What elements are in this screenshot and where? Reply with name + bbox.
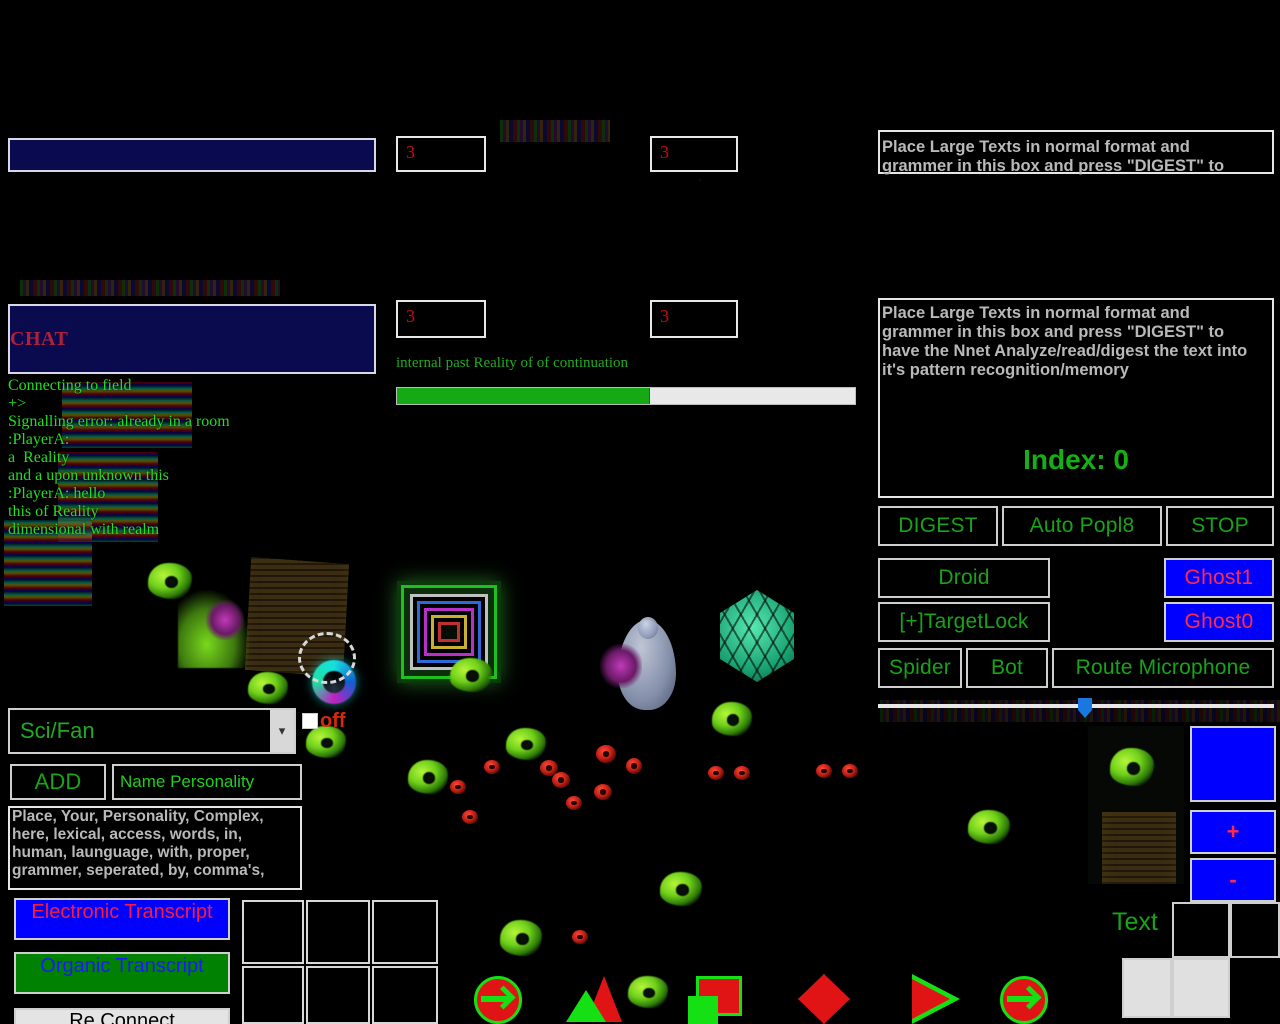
creature-blob[interactable] <box>968 810 1010 844</box>
play-triangle-icon[interactable] <box>912 974 962 1024</box>
creature-blob[interactable] <box>712 702 752 736</box>
stop-button[interactable]: STOP <box>1166 506 1274 546</box>
progress-bar <box>396 387 856 405</box>
enemy-sprite[interactable] <box>462 810 478 824</box>
blue-panel[interactable] <box>1190 726 1276 802</box>
enemy-sprite[interactable] <box>626 758 642 774</box>
camera-preview[interactable] <box>1088 726 1184 884</box>
top-digest-preview-text: Place Large Texts in normal format and g… <box>882 138 1225 175</box>
enemy-sprite[interactable] <box>708 766 724 780</box>
droid-button[interactable]: Droid <box>878 558 1050 598</box>
electronic-transcript-button[interactable]: Electronic Transcript <box>14 898 230 940</box>
progress-bar-fill <box>397 388 650 404</box>
enemy-sprite[interactable] <box>816 764 832 778</box>
creature-blob[interactable] <box>500 920 542 956</box>
chat-label: CHAT <box>10 328 69 350</box>
index-label: Index: 0 <box>1023 444 1129 475</box>
slot-cell[interactable] <box>306 966 370 1024</box>
top-number-input-1[interactable]: 3 <box>396 136 486 172</box>
chevron-down-icon[interactable]: ▾ <box>270 710 294 752</box>
toggle-label: off <box>320 710 346 732</box>
top-number-input-2[interactable]: 3 <box>650 136 738 172</box>
digest-button[interactable]: DIGEST <box>878 506 998 546</box>
spider-button[interactable]: Spider <box>878 648 962 688</box>
bot-button[interactable]: Bot <box>966 648 1048 688</box>
preview-creature <box>1110 748 1154 786</box>
glitch-strip-top <box>20 280 280 296</box>
circle-arrow-icon[interactable] <box>474 976 522 1024</box>
number-input-2[interactable]: 3 <box>650 300 738 338</box>
tree-triangle-icon[interactable] <box>566 976 622 1024</box>
glitch-strip-mid <box>500 120 610 142</box>
zoom-in-button[interactable]: + <box>1190 810 1276 854</box>
target-lock-button[interactable]: [+]TargetLock <box>878 602 1050 642</box>
creature-blob[interactable] <box>450 658 492 692</box>
enemy-sprite[interactable] <box>572 930 588 944</box>
reconnect-button[interactable]: Re Connect <box>14 1008 230 1024</box>
creature-blob[interactable] <box>506 728 546 760</box>
checkbox-icon[interactable] <box>302 713 318 729</box>
ghost0-button[interactable]: Ghost0 <box>1164 602 1274 642</box>
chat-log: Connecting to field +> Signalling error: a… <box>8 377 388 539</box>
creature-blob[interactable] <box>628 976 668 1008</box>
grid-cell-c[interactable] <box>1172 958 1230 1018</box>
grid-cell-a[interactable] <box>1172 902 1230 958</box>
statue-head <box>638 617 658 639</box>
slot-cell[interactable] <box>306 900 370 964</box>
text-label: Text <box>1112 908 1158 936</box>
genre-select[interactable]: Sci/Fan ▾ <box>8 708 296 754</box>
grid-cell-d[interactable] <box>1230 902 1280 958</box>
enemy-sprite[interactable] <box>842 764 858 778</box>
number-input-1[interactable]: 3 <box>396 300 486 338</box>
status-text: internal past Reality of of continuation <box>396 355 629 371</box>
chat-log-line: +> <box>8 395 27 412</box>
slot-cell[interactable] <box>242 966 304 1024</box>
chat-log-line: a Reality <box>8 449 70 466</box>
organic-transcript-button[interactable]: Organic Transcript <box>14 952 230 994</box>
creature-blob[interactable] <box>660 872 702 906</box>
auto-popl8-button[interactable]: Auto Popl8 <box>1002 506 1162 546</box>
chat-log-line: Connecting to field <box>8 377 132 394</box>
add-button[interactable]: ADD <box>10 764 106 800</box>
toggle-off-control[interactable]: off <box>302 710 346 732</box>
route-microphone-button[interactable]: Route Microphone <box>1052 648 1274 688</box>
chat-log-line: dimensional with realm <box>8 521 160 538</box>
flower-cluster <box>206 600 244 640</box>
enemy-sprite[interactable] <box>484 760 500 774</box>
slot-cell[interactable] <box>372 900 438 964</box>
slot-cell[interactable] <box>372 966 438 1024</box>
chat-log-line: Signalling error: already in a room <box>8 413 230 430</box>
creature-blob[interactable] <box>248 672 288 704</box>
square-icon[interactable] <box>688 976 742 1024</box>
personality-name-input[interactable]: Name Personality <box>112 764 302 800</box>
enemy-sprite[interactable] <box>552 772 570 788</box>
digest-textarea-text: Place Large Texts in normal format and g… <box>882 304 1248 379</box>
enemy-sprite[interactable] <box>594 784 612 800</box>
zoom-out-button[interactable]: - <box>1190 858 1276 902</box>
flower-cluster-2 <box>600 644 642 688</box>
enemy-sprite[interactable] <box>596 745 616 763</box>
circle-arrow-icon-2[interactable] <box>1000 976 1048 1024</box>
app-root: 3 3 Place Large Texts in normal format a… <box>0 0 1280 1024</box>
slot-cell[interactable] <box>242 900 304 964</box>
enemy-sprite[interactable] <box>734 766 750 780</box>
chat-log-line: :PlayerA: <box>8 431 70 448</box>
ghost1-button[interactable]: Ghost1 <box>1164 558 1274 598</box>
enemy-sprite[interactable] <box>450 780 466 794</box>
top-text-input[interactable] <box>8 138 376 172</box>
chat-log-line: and a upon unknown this <box>8 467 169 484</box>
personality-traits-text: Place, Your, Personality, Complex, here,… <box>12 808 265 879</box>
horizontal-slider-track[interactable] <box>878 704 1274 708</box>
genre-select-value: Sci/Fan <box>20 718 95 743</box>
chat-log-line: :PlayerA: hello <box>8 485 106 502</box>
creature-blob[interactable] <box>408 760 448 794</box>
selection-ring <box>298 632 356 684</box>
preview-structure <box>1102 812 1176 884</box>
grid-cell-b[interactable] <box>1122 958 1172 1018</box>
creature-blob[interactable] <box>148 563 192 599</box>
chat-log-line: this of Reality <box>8 503 99 520</box>
enemy-sprite[interactable] <box>566 796 582 810</box>
